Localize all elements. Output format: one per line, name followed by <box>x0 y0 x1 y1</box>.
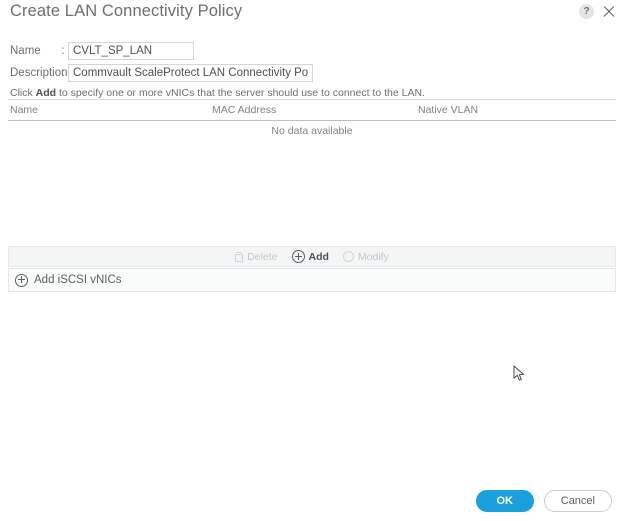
modify-icon <box>342 251 354 262</box>
vnic-table-header: Name MAC Address Native VLAN <box>0 104 624 118</box>
name-label: Name <box>10 45 41 57</box>
description-field-row: Description : <box>10 64 313 82</box>
table-empty-message: No data available <box>271 125 353 137</box>
vnic-hint-text: Click Add to specify one or more vNICs t… <box>10 87 425 99</box>
create-lan-connectivity-policy-dialog: Create LAN Connectivity Policy ? Name : … <box>0 0 624 521</box>
column-header-native-vlan: Native VLAN <box>418 104 479 116</box>
vnic-action-toolbar: Delete Add Modify <box>8 246 616 267</box>
add-button[interactable]: Add <box>291 250 329 263</box>
dialog-titlebar: Create LAN Connectivity Policy ? <box>0 0 624 32</box>
name-colon: : <box>61 45 65 57</box>
cancel-button[interactable]: Cancel <box>543 490 612 512</box>
circle-plus-icon <box>15 273 28 287</box>
table-header-rule <box>8 120 616 121</box>
add-iscsi-vnics-section[interactable]: Add iSCSI vNICs <box>8 268 616 292</box>
mouse-cursor <box>513 365 525 381</box>
hint-suffix: to specify one or more vNICs that the se… <box>56 87 425 99</box>
trash-icon <box>235 251 244 262</box>
column-header-name: Name <box>10 104 39 116</box>
description-colon: : <box>61 67 65 79</box>
dialog-footer: OK Cancel <box>475 490 612 512</box>
close-icon[interactable] <box>602 5 616 19</box>
add-button-label: Add <box>308 250 329 263</box>
titlebar-actions: ? <box>579 4 616 19</box>
help-icon[interactable]: ? <box>579 4 594 19</box>
hint-prefix: Click <box>10 87 36 99</box>
description-label: Description <box>10 67 68 79</box>
hint-emphasis: Add <box>35 87 57 99</box>
modify-button: Modify <box>342 250 389 263</box>
delete-button-label: Delete <box>247 250 278 263</box>
description-input[interactable] <box>68 64 313 82</box>
name-input[interactable] <box>68 42 194 60</box>
name-field-row: Name : <box>10 42 194 60</box>
column-header-mac-address: MAC Address <box>212 104 277 116</box>
add-iscsi-vnics-label: Add iSCSI vNICs <box>34 274 122 286</box>
circle-plus-icon <box>291 250 305 263</box>
page-title: Create LAN Connectivity Policy <box>10 2 243 20</box>
modify-button-label: Modify <box>357 250 389 263</box>
ok-button[interactable]: OK <box>475 490 534 512</box>
delete-button: Delete <box>235 250 278 263</box>
table-top-rule <box>8 99 616 100</box>
